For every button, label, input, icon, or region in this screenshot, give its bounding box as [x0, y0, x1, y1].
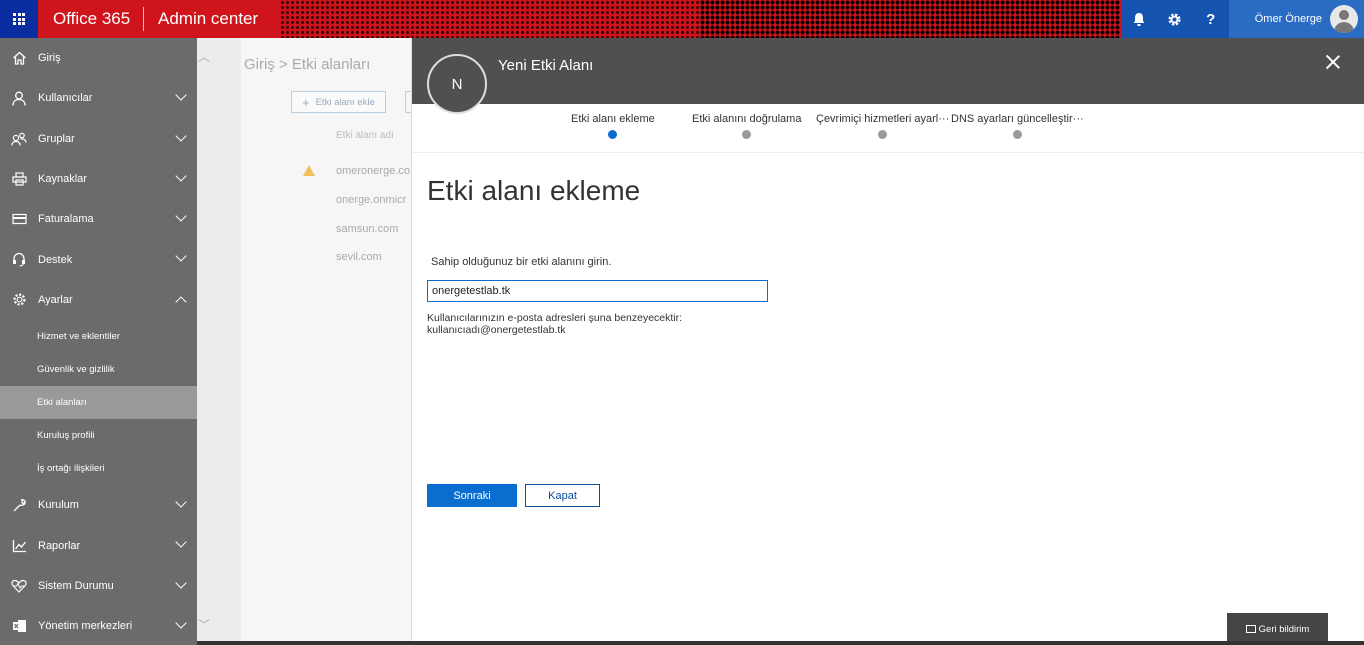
step-label: Etki alanını doğrulama: [692, 113, 802, 125]
close-button[interactable]: Kapat: [525, 484, 600, 507]
sidebar-item-label: Sistem Durumu: [38, 579, 114, 592]
column-header-domain: Etki alanı adı: [336, 130, 394, 141]
email-hint: Kullanıcılarınızın e-posta adresleri şun…: [427, 312, 682, 336]
app-launcher-icon[interactable]: [0, 0, 38, 38]
step-indicator: [608, 130, 618, 139]
sidebar-subitem-org-profile[interactable]: Kuruluş profili: [0, 419, 197, 452]
table-row[interactable]: omeronerge.co: [336, 165, 411, 177]
sidebar-item-label: Yönetim merkezleri: [38, 620, 133, 633]
sidebar-subitem-domains[interactable]: Etki alanları: [0, 386, 197, 420]
sidebar-item-label: Giriş: [38, 52, 61, 65]
step-dns-settings: DNS ayarları güncelleştir···: [951, 113, 1084, 139]
step-label: DNS ayarları güncelleştir···: [951, 113, 1084, 125]
printer-icon: [10, 170, 28, 188]
sidebar-item-reports[interactable]: Raporlar: [0, 525, 197, 565]
scroll-down-icon[interactable]: ﹀: [197, 616, 211, 633]
scroll-up-icon[interactable]: ︿: [197, 48, 211, 65]
sidebar-item-label: Faturalama: [38, 213, 94, 226]
user-name: Ömer Önerge: [1254, 13, 1322, 25]
chart-icon: [10, 537, 28, 555]
user-icon: [10, 89, 28, 107]
step-label: Etki alanı ekleme: [571, 113, 655, 125]
panel-title: Yeni Etki Alanı: [498, 57, 594, 74]
add-domain-button[interactable]: + Etki alanı ekle: [291, 91, 386, 113]
step-online-services: Çevrimiçi hizmetleri ayarl···: [816, 113, 949, 139]
step-verify-domain: Etki alanını doğrulama: [692, 113, 801, 139]
step-indicator: [742, 130, 752, 139]
sidebar: Giriş Kullanıcılar Gruplar Kaynaklar Fat…: [0, 38, 197, 645]
top-right-actions: ? Ömer Önerge: [1120, 0, 1364, 38]
exchange-icon: [10, 617, 28, 635]
close-icon[interactable]: [1325, 54, 1341, 70]
top-bar: Office 365 Admin center ? Ömer Önerge: [0, 0, 1364, 38]
sidebar-item-label: Kaynaklar: [38, 173, 87, 186]
sidebar-item-label: Kurulum: [38, 499, 79, 512]
sidebar-item-admin-centers[interactable]: Yönetim merkezleri: [0, 606, 197, 645]
add-domain-label: Etki alanı ekle: [315, 96, 375, 108]
gear-icon: [10, 291, 28, 309]
app-title: Admin center: [158, 9, 259, 28]
step-add-domain: Etki alanı ekleme: [571, 113, 655, 139]
sidebar-item-setup[interactable]: Kurulum: [0, 485, 197, 525]
sidebar-item-billing[interactable]: Faturalama: [0, 199, 197, 239]
table-row[interactable]: sevil.com: [336, 251, 411, 263]
bottom-edge: [197, 641, 1364, 645]
new-domain-panel: Yeni Etki Alanı N Etki alanı ekleme Etki…: [411, 38, 1364, 645]
plus-icon: +: [302, 94, 310, 110]
domain-input[interactable]: [427, 280, 768, 302]
sidebar-subitem-partners[interactable]: İş ortağı ilişkileri: [0, 452, 197, 485]
sidebar-item-label: Ayarlar: [38, 293, 73, 306]
headset-icon: [10, 251, 28, 269]
sidebar-item-label: Destek: [38, 253, 73, 266]
sidebar-item-home[interactable]: Giriş: [0, 38, 197, 78]
table-row[interactable]: samsun.com: [336, 223, 411, 235]
heart-icon: [10, 577, 28, 595]
table-row[interactable]: onerge.onmicr: [336, 194, 411, 206]
gear-icon[interactable]: [1157, 0, 1193, 38]
step-indicator: [878, 130, 888, 139]
user-menu[interactable]: Ömer Önerge: [1228, 0, 1364, 38]
panel-header: Yeni Etki Alanı: [412, 38, 1364, 104]
sidebar-subitem-security[interactable]: Güvenlik ve gizlilik: [0, 353, 197, 386]
sidebar-item-resources[interactable]: Kaynaklar: [0, 159, 197, 199]
header-pattern-dense: [700, 0, 1120, 38]
help-icon[interactable]: ?: [1193, 0, 1229, 38]
section-title: Etki alanı ekleme: [427, 175, 641, 206]
background-page: ︿ ﹀ Giriş > Etki alanları + Etki alanı e…: [197, 38, 411, 645]
wrench-icon: [10, 496, 28, 514]
sidebar-item-settings[interactable]: Ayarlar: [0, 279, 197, 321]
bell-icon[interactable]: [1121, 0, 1157, 38]
home-icon: [10, 49, 28, 67]
warning-icon: [303, 165, 315, 176]
brand-name[interactable]: Office 365: [53, 9, 130, 29]
next-button[interactable]: Sonraki: [427, 484, 517, 507]
brand-separator: [143, 7, 144, 31]
group-icon: [10, 130, 28, 148]
sidebar-item-label: Kullanıcılar: [38, 92, 93, 105]
feedback-label: Geri bildirim: [1258, 623, 1310, 635]
breadcrumb: Giriş > Etki alanları: [244, 56, 371, 73]
sidebar-item-support[interactable]: Destek: [0, 239, 197, 279]
sidebar-item-label: Raporlar: [38, 539, 81, 552]
avatar[interactable]: [1330, 5, 1358, 33]
panel-avatar: N: [427, 54, 487, 114]
email-hint-line2: kullanıcıadı@onergetestlab.tk: [427, 324, 566, 336]
sidebar-item-users[interactable]: Kullanıcılar: [0, 78, 197, 118]
sidebar-item-label: Gruplar: [38, 132, 75, 145]
comment-icon: [1245, 625, 1256, 633]
sidebar-subitem-services[interactable]: Hizmet ve eklentiler: [0, 320, 197, 353]
step-indicator: [1012, 130, 1022, 139]
wizard-steps: Etki alanı ekleme Etki alanını doğrulama…: [412, 104, 1364, 153]
step-label: Çevrimiçi hizmetleri ayarl···: [816, 113, 950, 125]
credit-card-icon: [10, 210, 28, 228]
sidebar-item-health[interactable]: Sistem Durumu: [0, 566, 197, 606]
sidebar-item-groups[interactable]: Gruplar: [0, 119, 197, 159]
email-hint-line1: Kullanıcılarınızın e-posta adresleri şun…: [427, 312, 683, 324]
domain-prompt: Sahip olduğunuz bir etki alanını girin.: [431, 256, 612, 268]
